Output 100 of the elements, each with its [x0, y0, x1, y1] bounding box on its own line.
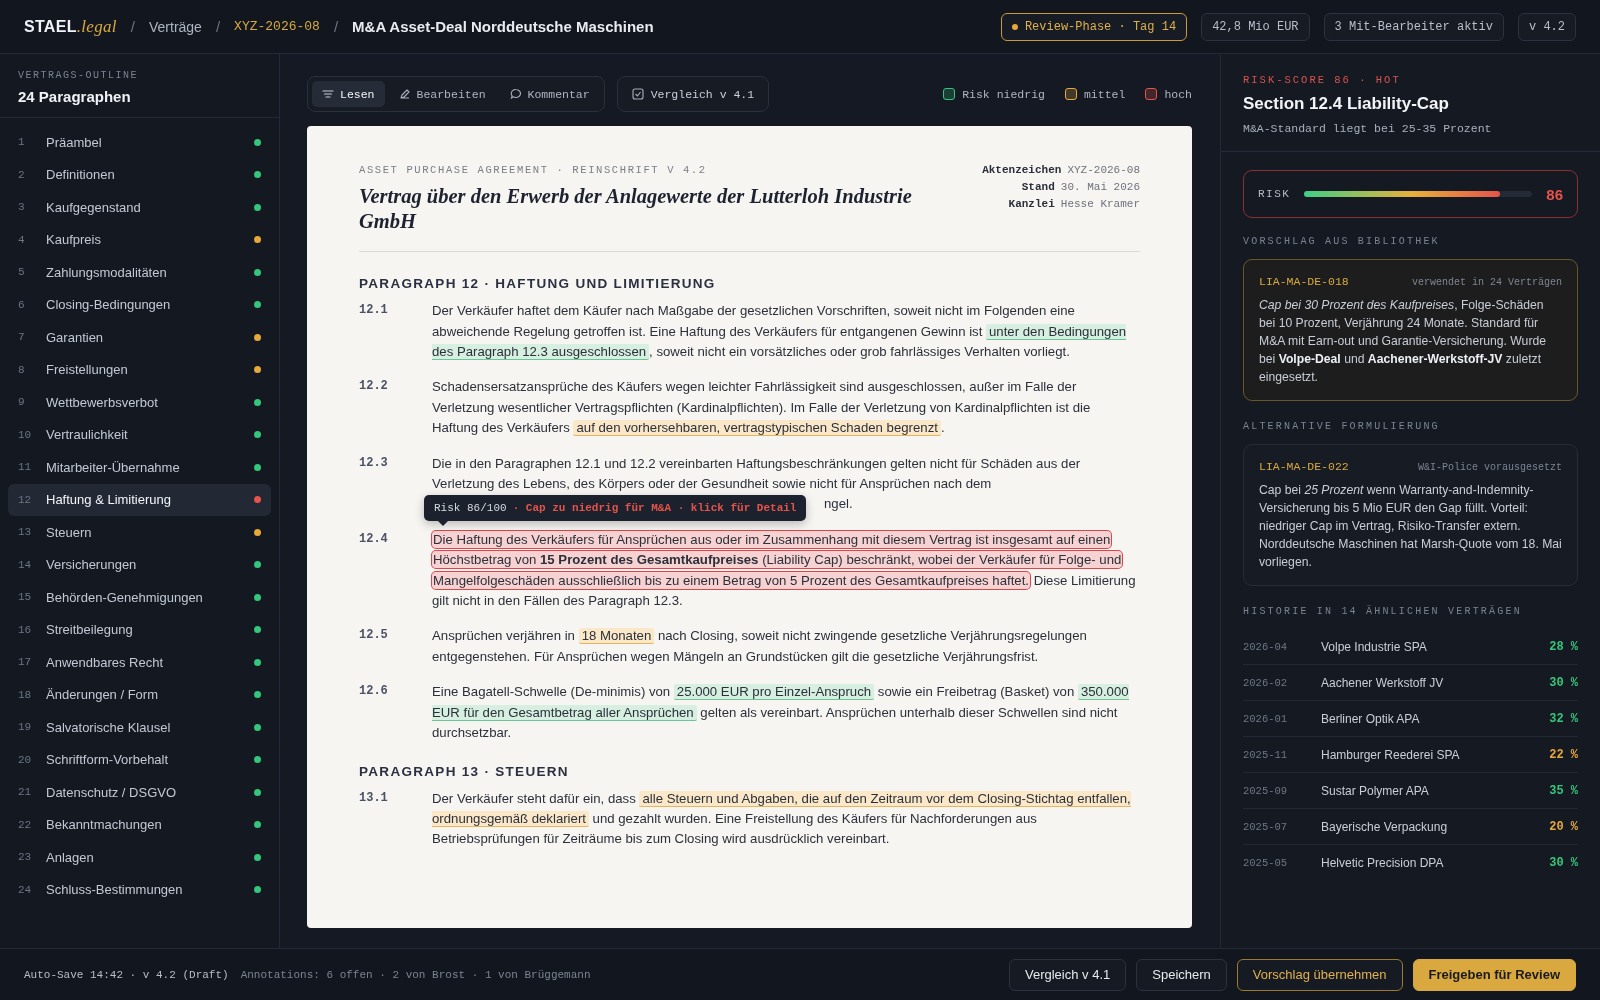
item-label: Behörden-Genehmigungen: [46, 589, 204, 605]
item-number: 18: [18, 688, 33, 701]
item-label: Anlagen: [46, 849, 95, 865]
item-number: 15: [18, 591, 33, 604]
clause-proposal-text: Cap bei 25 Prozent wenn Warranty-and-Indemnity-Versicherung bis 5 Mio EUR den Gap füllt. Vorteil: niedriger Cap im Vertrag, Risiko-Transfer extern. Norddeutsche Maschinen hat Marsh-Quote vom 18. Mai vorliegen.: [1259, 482, 1562, 571]
risk-value: 86: [1546, 185, 1563, 203]
outline-item[interactable]: 11 Mitarbeiter-Übernahme: [8, 451, 271, 484]
mode-tab[interactable]: Kommentar: [499, 81, 600, 107]
item-number: 12: [18, 493, 33, 506]
outline-item[interactable]: 24 Schluss-Bestimmungen: [8, 873, 271, 906]
item-label: Anwendbares Recht: [46, 654, 165, 670]
item-number: 1: [18, 136, 26, 149]
history-date: 2026-02: [1243, 676, 1289, 689]
info-chip: 42,8 Mio EUR: [1201, 12, 1310, 41]
history-date: 2025-05: [1243, 856, 1289, 869]
outline-item[interactable]: 14 Versicherungen: [8, 548, 271, 581]
legend-label: Risk niedrig: [962, 87, 1045, 101]
footer-button[interactable]: Speichern: [1136, 958, 1227, 991]
release-button[interactable]: Freigeben für Review: [1412, 958, 1576, 991]
mode-tab[interactable]: Lesen: [312, 81, 385, 107]
history-date: 2025-09: [1243, 784, 1289, 797]
history-contract: Hamburger Reederei SPA: [1321, 747, 1461, 762]
outline-item[interactable]: 16 Streitbeilegung: [8, 613, 271, 646]
outline-item[interactable]: 2 Definitionen: [8, 158, 271, 191]
outline-item[interactable]: 18 Änderungen / Form: [8, 678, 271, 711]
item-number: 4: [18, 233, 26, 246]
clause-text: Der Verkäufer steht dafür ein, dass alle Steuern und Abgaben, die auf den Zeitraum vor dem Closing-Stichtag entfallen, ordnungsgemäß deklariert und gezahlt wurden. Eine Freistellung des Käufers für Nachforderungen aus Betriebsprüfungen für Zeiträume bis zum Closing wird ausdrücklich vereinbart.: [432, 789, 1132, 849]
outline-item[interactable]: 20 Schriftform-Vorbehalt: [8, 743, 271, 776]
annotation-summary: Annotations: 6 offen · 2 von Brost · 1 von Brüggemann: [240, 968, 591, 981]
outline-item[interactable]: 22 Bekanntmachungen: [8, 808, 271, 841]
compare-button[interactable]: Vergleich v 4.1: [616, 76, 770, 112]
usage-note: W&I-Police vorausgesetzt: [1417, 462, 1562, 473]
outline-item[interactable]: 5 Zahlungsmodalitäten: [8, 256, 271, 289]
item-number: 20: [18, 753, 33, 766]
item-label: Garantien: [46, 329, 105, 345]
item-label: Salvatorische Klausel: [46, 719, 172, 735]
outline-item[interactable]: 7 Garantien: [8, 321, 271, 354]
clause-number: 12.5: [359, 627, 389, 645]
outline-item[interactable]: 13 Steuern: [8, 516, 271, 549]
outline-item[interactable]: 9 Wettbewerbsverbot: [8, 386, 271, 419]
clause-code: LIA-MA-DE-018: [1259, 275, 1349, 288]
history-date: 2026-04: [1243, 640, 1289, 653]
outline-item[interactable]: 4 Kaufpreis: [8, 223, 271, 256]
outline-item[interactable]: 17 Anwendbares Recht: [8, 646, 271, 679]
history-contract: Berliner Optik APA: [1321, 711, 1421, 726]
item-label: Änderungen / Form: [46, 687, 159, 703]
meta-label: Aktenzeichen: [982, 164, 1062, 176]
clause-number: 12.3: [359, 454, 389, 472]
outline-item[interactable]: 6 Closing-Bedingungen: [8, 288, 271, 321]
outline-item[interactable]: 12 Haftung & Limitierung: [8, 483, 271, 516]
history-percentage: 30 %: [1549, 675, 1578, 690]
item-label: Vertraulichkeit: [46, 427, 129, 443]
clause-number: 13.1: [359, 789, 389, 807]
suggestion-card[interactable]: [1243, 259, 1578, 401]
item-number: 24: [18, 883, 33, 896]
item-label: Haftung & Limitierung: [46, 492, 172, 508]
history-date: 2026-01: [1243, 712, 1289, 725]
item-label: Freistellungen: [46, 362, 129, 378]
outline-item[interactable]: 1 Präambel: [8, 126, 271, 159]
footer-button[interactable]: Vergleich v 4.1: [1009, 958, 1127, 991]
history-contract: Aachener Werkstoff JV: [1321, 675, 1445, 690]
case-number: XYZ-2026-08: [234, 19, 320, 34]
breadcrumb-separator: /: [130, 18, 135, 35]
outline-item[interactable]: 15 Behörden-Genehmigungen: [8, 581, 271, 614]
item-label: Kaufpreis: [46, 232, 102, 248]
section-heading: PARAGRAPH 13 · STEUERN: [359, 763, 570, 779]
history-percentage: 35 %: [1549, 783, 1578, 798]
risk-label: RISK: [1258, 188, 1291, 200]
section-heading: PARAGRAPH 12 · HAFTUNG UND LIMITIERUNG: [359, 276, 717, 292]
apply-suggestion-button[interactable]: Vorschlag übernehmen: [1236, 958, 1403, 991]
item-number: 13: [18, 526, 33, 539]
section-title: Section 12.4 Liability-Cap: [1243, 94, 1450, 114]
item-number: 6: [18, 298, 26, 311]
outline-item[interactable]: 19 Salvatorische Klausel: [8, 711, 271, 744]
mode-tab[interactable]: Bearbeiten: [388, 81, 496, 107]
item-number: 11: [18, 461, 33, 474]
section-caption: ALTERNATIVE FORMULIERUNG: [1243, 421, 1441, 432]
outline-item[interactable]: 10 Vertraulichkeit: [8, 418, 271, 451]
item-number: 19: [18, 721, 33, 734]
item-number: 10: [18, 428, 33, 441]
outline-item[interactable]: 21 Datenschutz / DSGVO: [8, 776, 271, 809]
app-logo[interactable]: STAEL.legal: [24, 16, 117, 37]
meta-value: Hesse Kramer: [1060, 198, 1140, 210]
risk-kicker: RISK-SCORE 86 · HOT: [1243, 74, 1402, 86]
breadcrumb-link[interactable]: Verträge: [149, 18, 202, 35]
outline-item[interactable]: 8 Freistellungen: [8, 353, 271, 386]
item-label: Steuern: [46, 524, 93, 540]
item-number: 22: [18, 818, 33, 831]
tooltip-detail[interactable]: · Cap zu niedrig für M&A · klick für Detail: [512, 501, 797, 514]
section-subtitle: M&A-Standard liegt bei 25-35 Prozent: [1243, 122, 1493, 135]
outline-item[interactable]: 3 Kaufgegenstand: [8, 191, 271, 224]
clause-text: Ansprüchen verjähren in 18 Monaten nach Closing, soweit nicht zwingende gesetzliche Verjährungsregelungen entgegenstehen. Für Ansprüchen wegen Mängeln an Grundstücken gilt die gesetzliche Verjährungsfrist.: [432, 627, 1088, 666]
outline-caption: VERTRAGS-OUTLINE: [18, 70, 139, 81]
clause-number: 12.4: [359, 530, 389, 548]
item-label: Mitarbeiter-Übernahme: [46, 459, 181, 475]
usage-note: verwendet in 24 Verträgen: [1411, 277, 1562, 288]
history-contract: Sustar Polymer APA: [1321, 783, 1430, 798]
outline-item[interactable]: 23 Anlagen: [8, 841, 271, 874]
item-number: 2: [18, 168, 26, 181]
item-number: 7: [18, 331, 26, 344]
